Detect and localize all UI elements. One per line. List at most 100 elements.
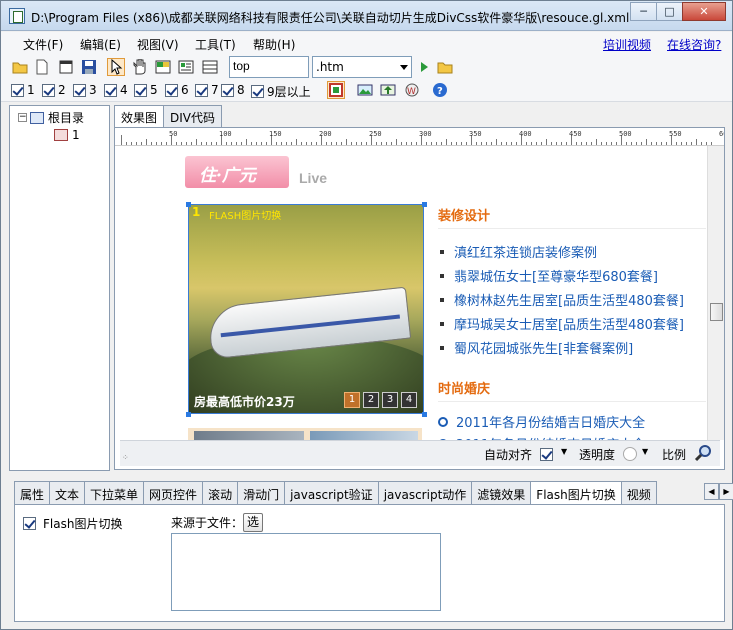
help-icon[interactable]: ?	[431, 81, 449, 99]
flash-slideshow[interactable]: 1 FLASH图片切换 房最高低市价23万 1 2 3 4	[188, 204, 424, 414]
source-textarea[interactable]	[171, 533, 441, 611]
checkbox-icon[interactable]	[23, 517, 36, 530]
layer-checkbox-9plus[interactable]: 9层以上	[251, 83, 311, 100]
layer-checkbox-3[interactable]: 3	[73, 83, 97, 97]
layer-checkbox-1[interactable]: 1	[11, 83, 35, 97]
flash-page-button[interactable]: 4	[401, 392, 417, 408]
opacity-circle-icon[interactable]	[623, 447, 637, 461]
ruler-tick	[351, 142, 352, 145]
list-item[interactable]: 2011年各月份结婚吉日婚庆大全	[438, 412, 645, 431]
layer-checkbox-8[interactable]: 8	[221, 83, 245, 97]
collapse-icon[interactable]: −	[18, 113, 27, 122]
go-arrow-icon[interactable]	[415, 58, 433, 76]
resize-handle[interactable]	[186, 412, 191, 417]
checkbox-icon[interactable]	[104, 83, 117, 97]
vertical-scrollbar[interactable]	[707, 146, 724, 440]
checkbox-icon[interactable]	[540, 448, 553, 461]
tab-bottom-2[interactable]: 下拉菜单	[84, 481, 145, 504]
resize-handle[interactable]	[422, 412, 427, 417]
tab-bottom-10[interactable]: 视频	[620, 481, 657, 504]
resize-handle[interactable]	[422, 202, 427, 207]
training-video-link[interactable]: 培训视频	[603, 36, 651, 53]
tree-root-node[interactable]: − 根目录	[18, 109, 84, 126]
image-icon[interactable]	[356, 81, 374, 99]
checkbox-icon[interactable]	[195, 83, 208, 97]
chevron-down-icon[interactable]: ▼	[561, 447, 567, 456]
title-bar[interactable]: D:\Program Files (x86)\成都关联网络科技有限责任公司\关联…	[1, 1, 732, 31]
flash-label: FLASH图片切换	[209, 211, 282, 222]
online-consult-link[interactable]: 在线咨询?	[667, 36, 721, 53]
new-file-icon[interactable]	[33, 58, 51, 76]
menu-tools[interactable]: 工具(T)	[195, 36, 236, 53]
tab-bottom-8[interactable]: 滤镜效果	[471, 481, 532, 504]
scrollbar-thumb[interactable]	[710, 303, 723, 321]
browse-folder-icon[interactable]	[436, 58, 454, 76]
tab-bottom-5[interactable]: 滑动门	[237, 481, 286, 504]
layer-checkbox-6[interactable]: 6	[165, 83, 189, 97]
flash-page-button[interactable]: 1	[344, 392, 360, 408]
auto-align-checkbox[interactable]	[540, 448, 556, 461]
menu-view[interactable]: 视图(V)	[137, 36, 179, 53]
ruler-tick	[166, 142, 167, 145]
select-file-button[interactable]: 选	[243, 513, 264, 532]
editor-canvas[interactable]: 50 100 150 200 250 300 350 400 450 500 550 600 住·广元…	[114, 127, 725, 470]
tab-preview[interactable]: 效果图	[114, 105, 165, 129]
checkbox-icon[interactable]	[251, 85, 264, 98]
layer-checkbox-7[interactable]: 7	[195, 83, 219, 97]
tab-bottom-9[interactable]: Flash图片切换	[530, 481, 622, 504]
menu-edit[interactable]: 编辑(E)	[80, 36, 121, 53]
resize-handle[interactable]	[186, 202, 191, 207]
list-item[interactable]: 摩玛城吴女士居室[品质生活型480套餐]	[440, 314, 684, 333]
chevron-down-icon[interactable]: ▼	[642, 447, 648, 456]
layout-icon[interactable]	[154, 58, 172, 76]
tab-bottom-3[interactable]: 网页控件	[143, 481, 204, 504]
checkbox-icon[interactable]	[165, 83, 178, 97]
save-icon[interactable]	[80, 58, 98, 76]
hand-icon[interactable]	[130, 58, 148, 76]
table-icon[interactable]	[177, 58, 195, 76]
tree-child-node[interactable]: 1	[54, 128, 80, 142]
checkbox-icon[interactable]	[134, 83, 147, 97]
layer-checkbox-5[interactable]: 5	[134, 83, 158, 97]
maximize-button[interactable]: □	[656, 2, 683, 21]
flash-page-button[interactable]: 2	[363, 392, 379, 408]
checkbox-icon[interactable]	[221, 83, 234, 97]
ruler-tick	[696, 139, 697, 145]
flash-checkbox[interactable]: Flash图片切换	[23, 515, 122, 532]
minimize-button[interactable]: ─	[630, 2, 657, 21]
scroll-right-icon[interactable]: ▶	[719, 483, 733, 500]
scroll-left-icon[interactable]: ◀	[704, 483, 719, 500]
resize-grip-icon[interactable]: ⁘	[122, 453, 129, 462]
ruler-tick	[466, 142, 467, 145]
list-item[interactable]: 蜀风花园城张先生[非套餐案例]	[440, 338, 633, 357]
tab-div-code[interactable]: DIV代码	[163, 105, 223, 127]
grid-icon[interactable]	[201, 58, 219, 76]
checkbox-icon[interactable]	[42, 83, 55, 97]
tab-bottom-0[interactable]: 属性	[14, 481, 51, 504]
checkbox-icon[interactable]	[73, 83, 86, 97]
list-item[interactable]: 滇红红茶连锁店装修案例	[440, 242, 597, 261]
zoom-icon[interactable]	[694, 444, 712, 462]
layer-checkbox-2[interactable]: 2	[42, 83, 66, 97]
menu-help[interactable]: 帮助(H)	[253, 36, 295, 53]
tab-bottom-1[interactable]: 文本	[49, 481, 86, 504]
layer-checkbox-4[interactable]: 4	[104, 83, 128, 97]
list-item[interactable]: 橡树林赵先生居室[品质生活型480套餐]	[440, 290, 684, 309]
ruler-tick	[431, 142, 432, 145]
pointer-icon[interactable]	[107, 58, 125, 76]
tab-bottom-6[interactable]: javascript验证	[284, 481, 379, 504]
tag-input[interactable]: top	[229, 56, 309, 78]
extension-select[interactable]: .htm	[312, 56, 412, 78]
menu-file[interactable]: 文件(F)	[23, 36, 63, 53]
web-export-icon[interactable]: W	[403, 81, 421, 99]
flash-page-button[interactable]: 3	[382, 392, 398, 408]
tab-bottom-4[interactable]: 滚动	[202, 481, 239, 504]
template-icon[interactable]	[57, 58, 75, 76]
export-image-icon[interactable]	[379, 81, 397, 99]
list-item[interactable]: 翡翠城伍女士[至尊豪华型680套餐]	[440, 266, 658, 285]
close-button[interactable]: ✕	[682, 2, 726, 21]
open-folder-icon[interactable]	[11, 58, 29, 76]
tab-bottom-7[interactable]: javascript动作	[377, 481, 473, 504]
checkbox-icon[interactable]	[11, 83, 24, 97]
layout-frame-icon[interactable]	[327, 81, 345, 99]
